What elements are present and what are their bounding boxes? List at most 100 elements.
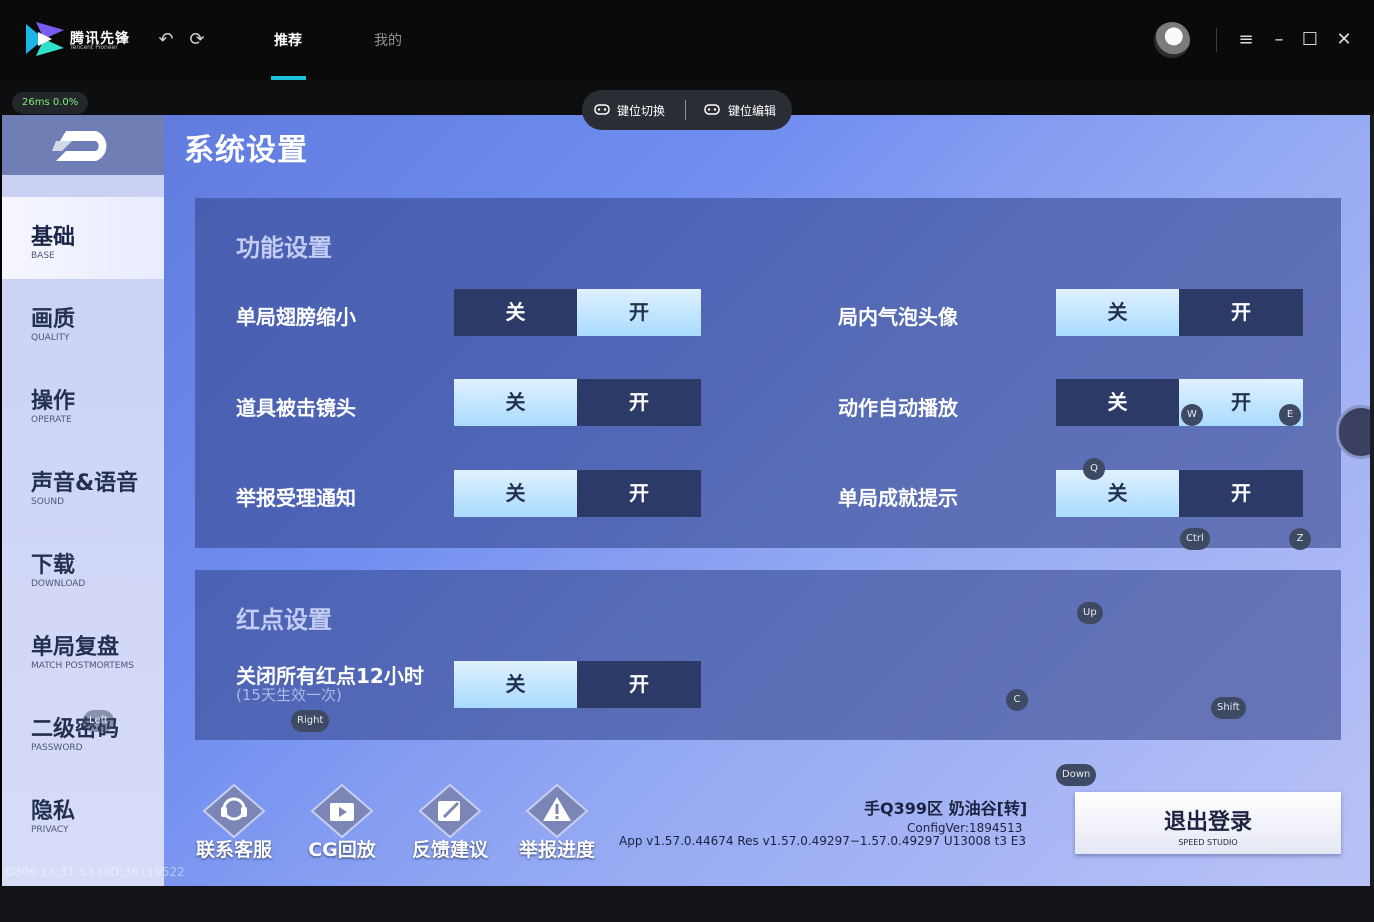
sidebar-item-download[interactable]: 下载 DOWNLOAD [2, 525, 164, 607]
gamepad-icon [594, 104, 610, 115]
back-icon[interactable]: ↶ [156, 30, 176, 50]
sidebar-item-sound[interactable]: 声音&语音 SOUND [2, 443, 164, 525]
key-hint: Z [1289, 528, 1311, 550]
key-hint: Q [1083, 458, 1105, 480]
toggle-off-button[interactable]: 关 [454, 379, 577, 426]
toggle-off-button[interactable]: 关 [1056, 289, 1179, 336]
feedback-pen-icon [418, 783, 482, 839]
uid-watermark: 0806 13:31:53 UID:36119522 [6, 865, 185, 879]
ping-indicator: 26ms 0.0% [12, 92, 89, 114]
sidebar-item-label: 下载 [31, 553, 76, 578]
toggle-on-button[interactable]: 开 [1179, 289, 1303, 336]
sidebar-item-label: 画质 [31, 307, 76, 332]
menu-icon[interactable]: ≡ [1234, 28, 1258, 52]
toggle-off-button[interactable]: 关 [1056, 470, 1179, 517]
setting-label: 单局翅膀缩小 [236, 305, 356, 329]
scrollbar[interactable] [1370, 115, 1374, 886]
logout-button[interactable]: 退出登录 SPEED STUDIO [1075, 792, 1341, 854]
key-mapping-pill: 键位切换 键位编辑 [582, 90, 792, 130]
sidebar-item-sublabel: OPERATE [31, 415, 72, 425]
key-switch-button[interactable]: 键位切换 [617, 102, 665, 119]
key-hint: E [1279, 404, 1301, 426]
config-version: ConfigVer:1894513 [907, 821, 1023, 835]
toggle-on-button[interactable]: 开 [577, 470, 701, 517]
video-replay-icon [310, 783, 374, 839]
sidebar-item-postmortem[interactable]: 单局复盘 MATCH POSTMORTEMS [2, 607, 164, 689]
settings-sidebar: 基础 BASE 画质 QUALITY 操作 OPERATE 声音&语音 SOUN… [2, 115, 164, 886]
tab-recommend[interactable]: 推荐 [274, 30, 302, 50]
sidebar-item-sublabel: PASSWORD [31, 743, 83, 753]
toggle-on-button[interactable]: 开 [577, 289, 701, 336]
pill-divider [685, 100, 686, 120]
close-icon[interactable]: ✕ [1332, 28, 1356, 52]
game-bottom-bar [0, 886, 1374, 922]
sidebar-item-label: 隐私 [31, 799, 76, 824]
sidebar-item-sublabel: MATCH POSTMORTEMS [31, 661, 134, 671]
toggle-off-button[interactable]: 关 [1056, 379, 1179, 426]
button-label: 联系客服 [195, 839, 272, 861]
setting-sublabel: (15天生效一次) [236, 686, 342, 704]
key-hint: Down [1056, 764, 1097, 786]
red-dot-settings-panel: 红点设置 关闭所有红点12小时 (15天生效一次) 关 开 [195, 570, 1341, 740]
sidebar-item-label: 基础 [31, 225, 76, 250]
key-hint: W [1181, 404, 1203, 426]
toggle-off-button[interactable]: 关 [454, 661, 577, 708]
key-hint: Right [291, 710, 330, 732]
button-label: CG回放 [308, 839, 376, 861]
sidebar-item-password[interactable]: 二级密码 PASSWORD [2, 689, 164, 771]
button-label: 反馈建议 [411, 839, 488, 861]
app-version: App v1.57.0.44674 Res v1.57.0.49297−1.57… [619, 834, 1027, 848]
toggle-hide-red-dots: 关 开 [454, 661, 701, 708]
sidebar-item-base[interactable]: 基础 BASE [2, 197, 164, 279]
side-drawer-handle[interactable] [1336, 405, 1374, 459]
tencent-pioneer-logo [26, 22, 64, 56]
sidebar-item-label: 声音&语音 [31, 471, 139, 496]
contact-support-button[interactable]: 联系客服 [184, 783, 284, 863]
key-hint: Up [1077, 602, 1103, 624]
sidebar-item-sublabel: PRIVACY [31, 825, 69, 835]
sidebar-item-sublabel: BASE [31, 251, 55, 261]
toggle-off-button[interactable]: 关 [454, 289, 577, 336]
key-edit-button[interactable]: 键位编辑 [728, 102, 776, 119]
sidebar-item-sublabel: DOWNLOAD [31, 579, 86, 589]
page-title: 系统设置 [184, 133, 308, 168]
app-name-en: Tencent Pioneer [70, 44, 118, 51]
sidebar-item-sublabel: SOUND [31, 497, 65, 507]
toggle-on-button[interactable]: 开 [1179, 470, 1303, 517]
toggle-on-button[interactable]: 开 [577, 661, 701, 708]
toggle-auto-action: 关 开 [1056, 379, 1303, 426]
sidebar-item-operate[interactable]: 操作 OPERATE [2, 361, 164, 443]
setting-label: 举报受理通知 [236, 486, 356, 510]
button-label: 举报进度 [518, 839, 595, 861]
toggle-bubble-avatar: 关 开 [1056, 289, 1303, 336]
maximize-icon[interactable]: ☐ [1298, 28, 1322, 52]
key-hint: C [1006, 689, 1028, 711]
sidebar-item-privacy[interactable]: 隐私 PRIVACY [2, 771, 164, 853]
toggle-on-button[interactable]: 开 [577, 379, 701, 426]
headset-icon [202, 783, 266, 839]
feedback-button[interactable]: 反馈建议 [400, 783, 500, 863]
sidebar-item-label: 操作 [31, 389, 76, 414]
refresh-icon[interactable]: ⟳ [187, 30, 207, 50]
sidebar-item-label: 单局复盘 [31, 635, 120, 660]
game-logo-area [2, 115, 164, 175]
toggle-off-button[interactable]: 关 [454, 470, 577, 517]
minimize-icon[interactable]: – [1267, 28, 1291, 52]
logout-sublabel: SPEED STUDIO [1178, 838, 1238, 847]
panel-title: 功能设置 [236, 234, 332, 262]
sidebar-item-sublabel: QUALITY [31, 333, 70, 343]
report-progress-button[interactable]: 举报进度 [507, 783, 607, 863]
titlebar-divider [1216, 28, 1217, 52]
game-viewport: 基础 BASE 画质 QUALITY 操作 OPERATE 声音&语音 SOUN… [2, 115, 1370, 886]
key-hint: Left [83, 710, 114, 732]
warning-icon [525, 783, 589, 839]
tab-mine[interactable]: 我的 [374, 30, 402, 50]
cg-replay-button[interactable]: CG回放 [292, 783, 392, 863]
logout-label: 退出登录 [1163, 810, 1252, 835]
sidebar-item-quality[interactable]: 画质 QUALITY [2, 279, 164, 361]
setting-label: 动作自动播放 [838, 396, 958, 420]
user-avatar[interactable] [1154, 22, 1190, 58]
toggle-wing-shrink: 关 开 [454, 289, 701, 336]
key-hint: Ctrl [1180, 528, 1210, 550]
server-info: 手Q399区 奶油谷[转] [864, 799, 1028, 818]
